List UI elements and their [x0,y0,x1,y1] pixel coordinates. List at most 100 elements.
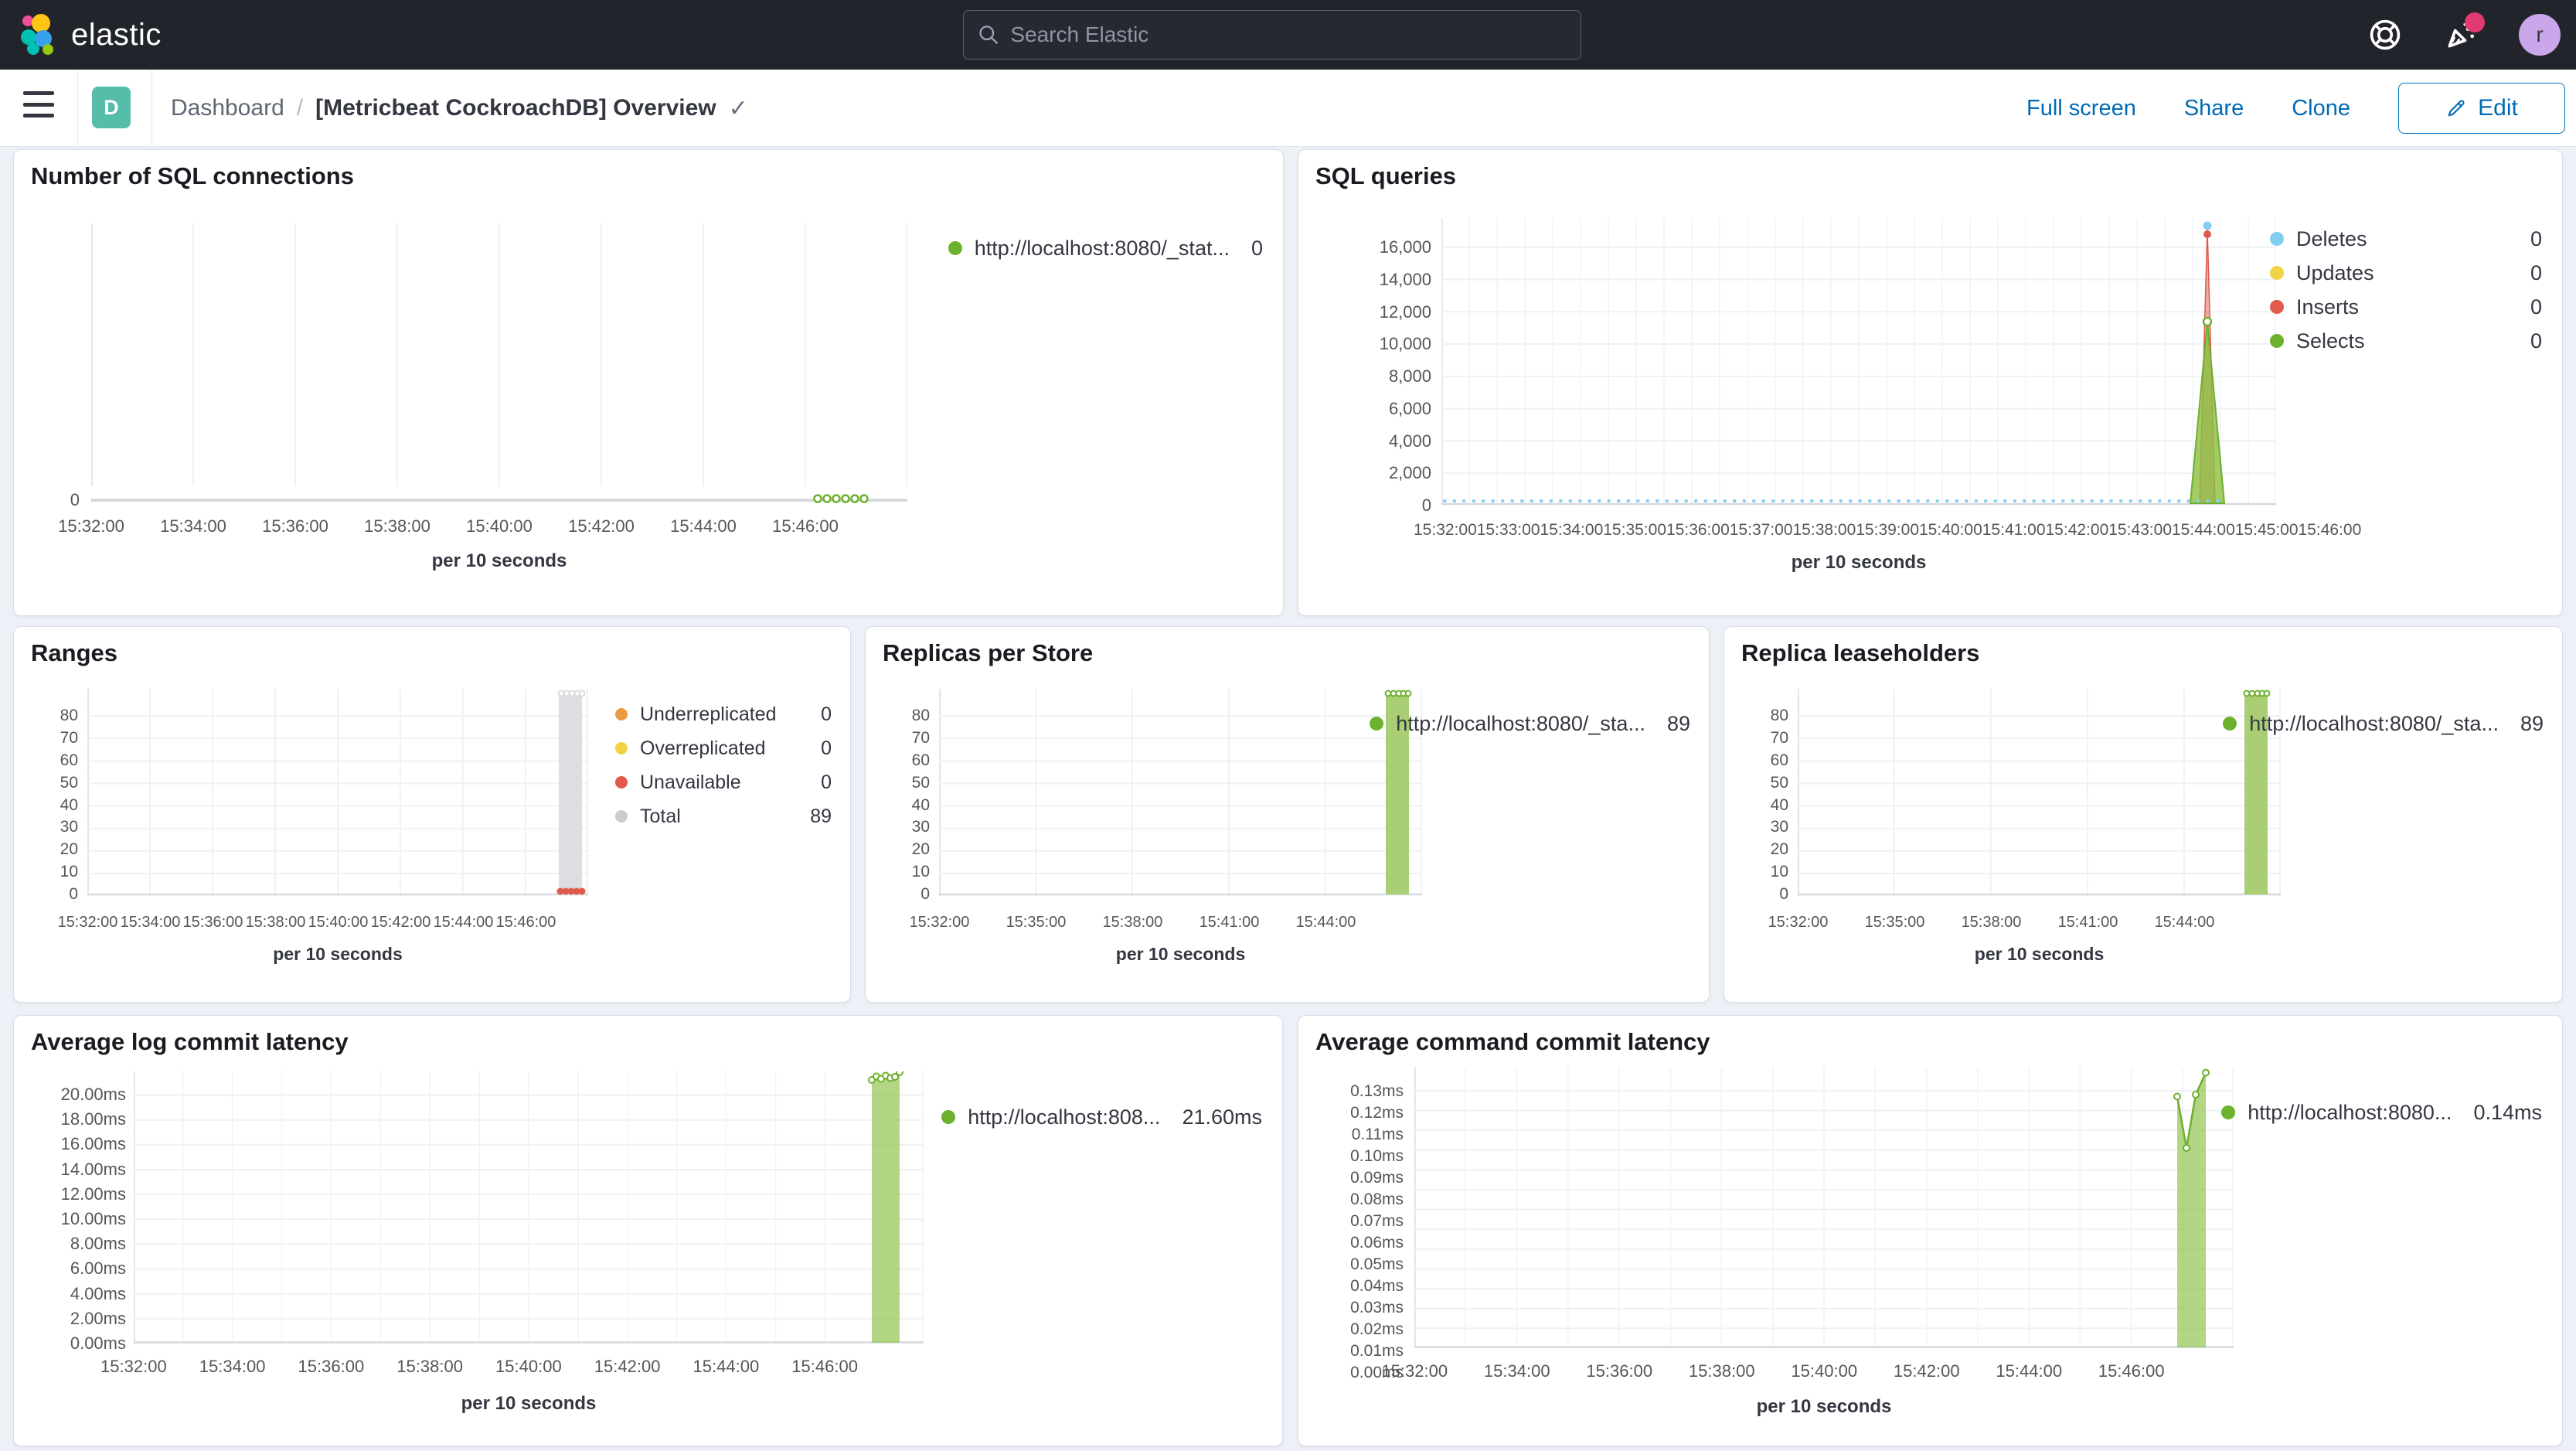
share-button[interactable]: Share [2184,96,2244,121]
legend-item[interactable]: Unavailable 0 [615,771,832,794]
saved-check-icon: ✓ [728,95,748,121]
legend-item[interactable]: http://localhost:8080/_sta... 89 [1370,712,1690,735]
panel-sql-queries: SQL queries 16,000 14,000 12,000 10,000 … [1298,149,2563,616]
tick-label: 15:35:00 [1006,914,1067,931]
legend-item[interactable]: http://localhost:8080... 0.14ms [2221,1101,2542,1124]
legend-item[interactable]: http://localhost:8080/_sta... 89 [2223,712,2544,735]
legend-item[interactable]: Overreplicated 0 [615,737,832,760]
tick-label: 15:46:00 [772,516,839,536]
x-axis-title: per 10 seconds [1756,1396,1892,1417]
tick-label: 18.00ms [60,1109,126,1129]
search-icon [979,26,998,44]
tick-label: 0.04ms [1350,1277,1404,1295]
help-icon[interactable] [2367,17,2403,53]
legend-item[interactable]: Selects 0 [2270,329,2542,353]
legend-item[interactable]: Underreplicated 0 [615,703,832,726]
tick-label: 15:44:00 [433,914,494,931]
tick-label: 15:42:00 [568,516,635,536]
y-axis-labels: 0.13ms 0.12ms 0.11ms 0.10ms 0.09ms 0.08ms 0.07… [1320,1081,1404,1381]
legend-item[interactable]: Inserts 0 [2270,295,2542,318]
tick-label: 70 [60,728,78,747]
tick-label: 30 [911,818,930,836]
tick-label: 12.00ms [60,1184,126,1204]
tick-label: 6.00ms [70,1259,126,1279]
news-feed-icon[interactable] [2443,12,2485,53]
tick-label: 0.02ms [1350,1320,1404,1338]
tick-label: 15:38:00 [1961,914,2022,931]
tick-label: 15:33:00 [1476,521,1540,539]
ranges-plot[interactable] [87,689,588,900]
log-latency-plot[interactable] [134,1068,924,1347]
x-axis-labels: 15:32:00 15:35:00 15:38:00 15:41:00 15:44:00 [891,911,1374,933]
tick-label: 15:32:00 [909,914,970,931]
tick-label: 60 [60,751,78,769]
tick-label: 2,000 [1388,463,1431,483]
legend: http://localhost:8080/_sta... 89 [2223,712,2544,735]
panel-title: SQL queries [1315,162,1457,189]
page-title: [Metricbeat CockroachDB] Overview [315,95,716,121]
edit-button[interactable]: Edit [2398,83,2565,134]
tick-label: 15:44:00 [1295,914,1356,931]
tick-label: 0.11ms [1351,1126,1404,1143]
search-input[interactable] [1010,22,1567,47]
panel-title: Average command commit latency [1315,1028,1710,1055]
series-dot-icon [941,1110,956,1124]
notification-badge [2465,12,2485,32]
leaseholders-plot[interactable] [1798,689,2281,900]
tick-label: 15:32:00 [100,1357,167,1376]
cmd-latency-plot[interactable] [1414,1067,2234,1352]
user-avatar[interactable]: r [2519,14,2561,56]
panel-ranges: Ranges 80 70 60 50 40 30 20 10 0 15:32:0… [13,626,851,1003]
tick-label: 50 [911,773,930,792]
divider [77,70,78,147]
tick-label: 15:38:00 [245,914,306,931]
global-search[interactable] [963,10,1581,60]
panel-title: Ranges [31,639,117,666]
tick-label: 15:44:00 [2172,521,2235,539]
tick-label: 15:44:00 [670,516,737,536]
tick-label: 15:39:00 [1856,521,1919,539]
breadcrumb-dashboard[interactable]: Dashboard [171,95,284,121]
series-dot-icon [2270,300,2284,314]
tick-label: 20 [911,840,930,859]
legend-item[interactable]: Total 89 [615,805,832,828]
series-dot-icon [2270,334,2284,348]
tick-label: 0.03ms [1350,1299,1404,1316]
tick-label: 15:36:00 [1586,1361,1653,1381]
legend-item[interactable]: http://localhost:808... 21.60ms [941,1105,1262,1129]
legend: http://localhost:8080... 0.14ms [2221,1101,2542,1124]
tick-label: 8,000 [1388,366,1431,386]
legend-item[interactable]: Updates 0 [2270,261,2542,284]
tick-label: 15:37:00 [1729,521,1793,539]
tick-label: 15:46:00 [2098,1361,2165,1381]
legend: Underreplicated 0 Overreplicated 0 Unava… [615,703,832,828]
tick-label: 80 [1770,707,1788,724]
tick-label: 15:36:00 [298,1357,365,1376]
space-badge[interactable]: D [92,87,131,128]
tick-label: 0.07ms [1350,1212,1404,1230]
full-screen-button[interactable]: Full screen [2026,96,2136,121]
tick-label: 15:34:00 [1483,1361,1550,1381]
legend: http://localhost:808... 21.60ms [941,1105,1262,1129]
sql-connections-plot[interactable] [91,223,907,507]
x-axis-labels: 15:32:00 15:35:00 15:38:00 15:41:00 15:44:00 [1750,911,2233,933]
legend-item[interactable]: http://localhost:8080/_stat... 0 [948,237,1263,260]
tick-label: 15:38:00 [1102,914,1163,931]
elastic-logo-icon [21,14,53,55]
panel-replicas-per-store: Replicas per Store 80 70 60 50 40 30 20 … [865,626,1710,1003]
legend: http://localhost:8080/_sta... 89 [1370,712,1690,735]
series-dot-icon [2270,266,2284,280]
x-axis-labels: 15:32:00 15:34:00 15:36:00 15:38:00 15:40:00… [84,1356,874,1378]
tick-label: 0.13ms [1350,1082,1404,1100]
sql-queries-plot[interactable] [1441,218,2276,509]
tick-label: 80 [60,707,78,724]
elastic-logo[interactable]: elastic [20,13,162,56]
clone-button[interactable]: Clone [2292,96,2350,121]
series-dot-icon [615,742,628,754]
legend-item[interactable]: Deletes 0 [2270,227,2542,250]
tick-label: 60 [1770,751,1788,769]
app-header: elastic Search Elastic r [0,0,2576,70]
menu-icon[interactable] [23,91,54,118]
replicas-plot[interactable] [939,689,1422,900]
tick-label: 4.00ms [70,1283,126,1303]
